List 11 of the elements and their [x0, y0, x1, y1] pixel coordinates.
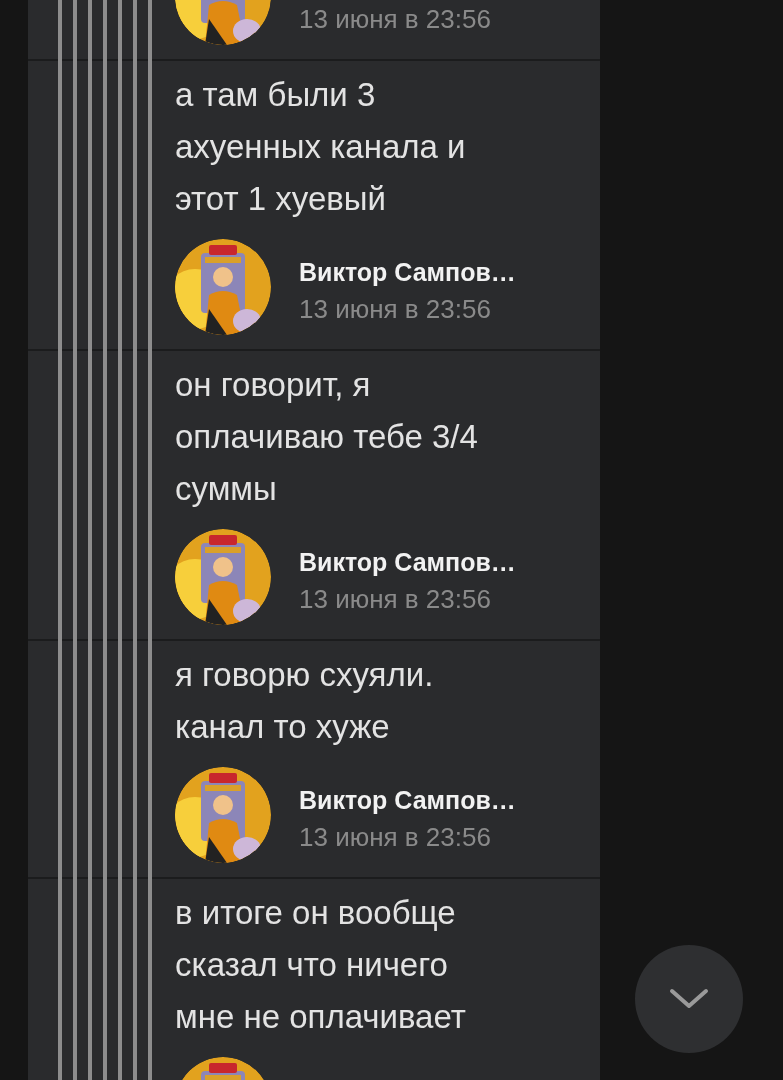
comment-text: а там были 3 ахуенных канала и этот 1 хуевый: [175, 75, 467, 219]
comment-text: в итоге он вообще сказал что ничего мне не оплачивает: [175, 893, 467, 1037]
author-name[interactable]: Виктор Сампов…: [299, 786, 516, 815]
comment-time: 13 июня в 23:56: [299, 583, 492, 615]
comment-text: он говорит, я оплачиваю тебе 3/4 суммы: [175, 365, 479, 509]
comment-time: 13 июня в 23:56: [299, 3, 491, 35]
author-name[interactable]: Виктор Сампов…: [299, 258, 516, 287]
author-name[interactable]: Виктор Сампов…: [299, 548, 516, 577]
comment-text: я говорю схуяли. канал то хуже: [175, 655, 435, 747]
comment-time: 13 июня в 23:56: [299, 293, 492, 325]
comment-time: 13 июня в 23:56: [299, 821, 492, 853]
